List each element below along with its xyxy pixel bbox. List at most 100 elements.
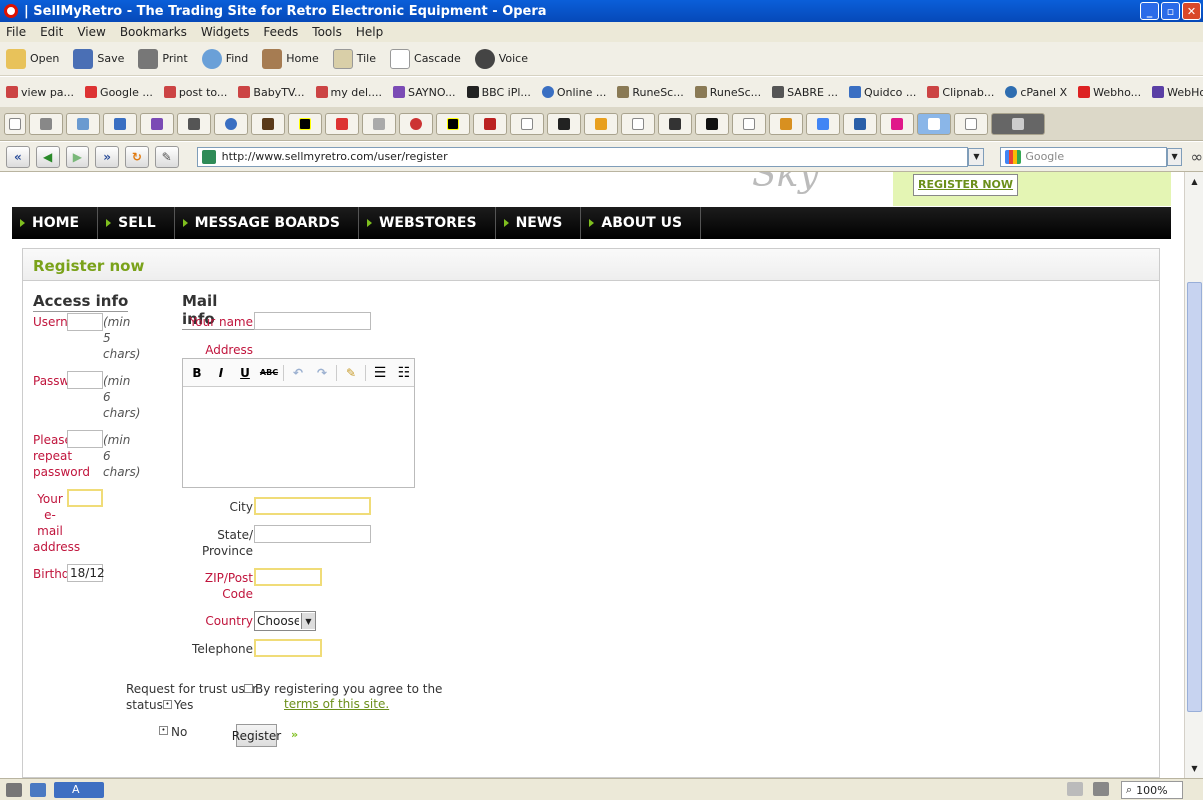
- browser-tab[interactable]: [399, 112, 433, 135]
- search-dropdown-button[interactable]: ▼: [1166, 147, 1183, 166]
- bookmark-item[interactable]: BBC iPl...: [466, 86, 531, 99]
- address-input[interactable]: http://www.sellmyretro.com/user/register: [196, 146, 969, 167]
- browser-tab-active[interactable]: [917, 112, 951, 135]
- agree-checkbox[interactable]: [244, 684, 253, 693]
- bookmark-item[interactable]: Clipnab...: [927, 86, 994, 99]
- menu-feeds[interactable]: Feeds: [263, 25, 298, 39]
- browser-tab[interactable]: [658, 112, 692, 135]
- numbered-list-icon[interactable]: ☷: [394, 363, 414, 383]
- telephone-input[interactable]: [254, 639, 322, 657]
- menu-bookmarks[interactable]: Bookmarks: [120, 25, 187, 39]
- voice-button[interactable]: Voice: [474, 48, 528, 69]
- menu-widgets[interactable]: Widgets: [201, 25, 250, 39]
- browser-tab[interactable]: [436, 112, 470, 135]
- browser-tab[interactable]: [29, 112, 63, 135]
- bookmark-item[interactable]: Google ...: [85, 86, 153, 99]
- bold-button[interactable]: B: [187, 363, 207, 383]
- search-input[interactable]: Google: [1000, 146, 1167, 167]
- register-button[interactable]: Register: [232, 724, 281, 747]
- nav-sell[interactable]: SELL: [98, 207, 175, 239]
- nav-message-boards[interactable]: MESSAGE BOARDS: [175, 207, 359, 239]
- new-tab-button[interactable]: [4, 112, 26, 135]
- trust-yes-radio[interactable]: •: [163, 700, 172, 709]
- menu-file[interactable]: File: [6, 25, 26, 39]
- reload-button[interactable]: ↻: [125, 145, 149, 168]
- browser-tab[interactable]: [177, 112, 211, 135]
- minimize-button[interactable]: _: [1140, 2, 1159, 20]
- trust-no-radio[interactable]: •: [159, 726, 168, 735]
- redo-icon[interactable]: ↷: [312, 363, 332, 383]
- browser-tab[interactable]: [621, 112, 655, 135]
- bookmark-item[interactable]: Online ...: [541, 86, 606, 99]
- browser-tab[interactable]: [251, 112, 285, 135]
- bookmark-item[interactable]: my del....: [315, 86, 382, 99]
- browser-tab[interactable]: [214, 112, 248, 135]
- browser-tab[interactable]: [66, 112, 100, 135]
- open-button[interactable]: Open: [6, 48, 59, 69]
- bookmark-item[interactable]: post to...: [163, 86, 227, 99]
- vertical-scrollbar[interactable]: ▲ ▼: [1184, 172, 1203, 778]
- menu-view[interactable]: View: [77, 25, 105, 39]
- forward-button[interactable]: ▶: [65, 145, 90, 168]
- scroll-up-button[interactable]: ▲: [1187, 174, 1202, 189]
- bookmark-item[interactable]: RuneSc...: [617, 86, 684, 99]
- bookmark-item[interactable]: BabyTV...: [238, 86, 305, 99]
- cascade-button[interactable]: Cascade: [390, 48, 461, 69]
- browser-tab[interactable]: [473, 112, 507, 135]
- browser-tab[interactable]: [695, 112, 729, 135]
- italic-button[interactable]: I: [211, 363, 231, 383]
- fit-width-icon[interactable]: [1067, 782, 1083, 796]
- edit-wand-button[interactable]: ✎: [154, 145, 179, 168]
- rewind-button[interactable]: «: [6, 145, 30, 168]
- underline-button[interactable]: U: [235, 363, 255, 383]
- bullet-list-icon[interactable]: ☰: [370, 363, 390, 383]
- address-rich-editor[interactable]: B I U ABC ↶ ↷ ✎ ☰ ☷: [182, 358, 415, 488]
- glasses-icon[interactable]: ∞: [1190, 148, 1203, 166]
- city-input[interactable]: [254, 497, 371, 515]
- undo-icon[interactable]: ↶: [288, 363, 308, 383]
- your-name-input[interactable]: [254, 312, 371, 330]
- bookmark-item[interactable]: Webho...: [1078, 86, 1141, 99]
- bookmark-item[interactable]: cPanel X: [1005, 86, 1067, 99]
- trash-button[interactable]: [991, 112, 1045, 135]
- browser-tab[interactable]: [325, 112, 359, 135]
- repeat-password-input[interactable]: [67, 430, 103, 448]
- bookmark-item[interactable]: SAYNO...: [393, 86, 456, 99]
- mode-selector[interactable]: A: [54, 781, 104, 798]
- browser-tab[interactable]: [288, 112, 322, 135]
- zoom-select[interactable]: ⌕ 100%: [1121, 781, 1183, 799]
- bookmark-item[interactable]: SABRE ...: [772, 86, 838, 99]
- save-button[interactable]: Save: [73, 48, 124, 69]
- browser-tab[interactable]: [510, 112, 544, 135]
- country-select[interactable]: Choose ▼: [254, 611, 316, 631]
- email-input[interactable]: [67, 489, 103, 507]
- network-icon[interactable]: [30, 782, 46, 797]
- strikethrough-button[interactable]: ABC: [259, 363, 279, 383]
- browser-tab[interactable]: [584, 112, 618, 135]
- nav-about-us[interactable]: ABOUT US: [581, 207, 702, 239]
- home-button[interactable]: Home: [262, 48, 319, 69]
- back-button[interactable]: ◀: [35, 145, 60, 168]
- image-toggle-icon[interactable]: [1093, 782, 1109, 796]
- bookmark-item[interactable]: Quidco ...: [848, 86, 916, 99]
- browser-tab[interactable]: [732, 112, 766, 135]
- username-input[interactable]: [67, 313, 103, 331]
- browser-tab[interactable]: [806, 112, 840, 135]
- nav-webstores[interactable]: WEBSTORES: [359, 207, 496, 239]
- menu-edit[interactable]: Edit: [40, 25, 63, 39]
- birthday-input[interactable]: 18/12: [67, 564, 105, 582]
- browser-tab[interactable]: [954, 112, 988, 135]
- browser-tab[interactable]: [362, 112, 396, 135]
- clean-format-brush-icon[interactable]: ✎: [341, 363, 361, 383]
- menu-tools[interactable]: Tools: [312, 25, 342, 39]
- bookmark-item[interactable]: view pa...: [6, 86, 74, 99]
- browser-tab[interactable]: [880, 112, 914, 135]
- nav-news[interactable]: NEWS: [496, 207, 582, 239]
- close-button[interactable]: ✕: [1182, 2, 1201, 20]
- state-input[interactable]: [254, 525, 371, 543]
- browser-tab[interactable]: [140, 112, 174, 135]
- tools-icon[interactable]: [6, 782, 22, 797]
- address-dropdown-button[interactable]: ▼: [968, 147, 985, 166]
- menu-help[interactable]: Help: [356, 25, 383, 39]
- tile-button[interactable]: Tile: [332, 48, 376, 69]
